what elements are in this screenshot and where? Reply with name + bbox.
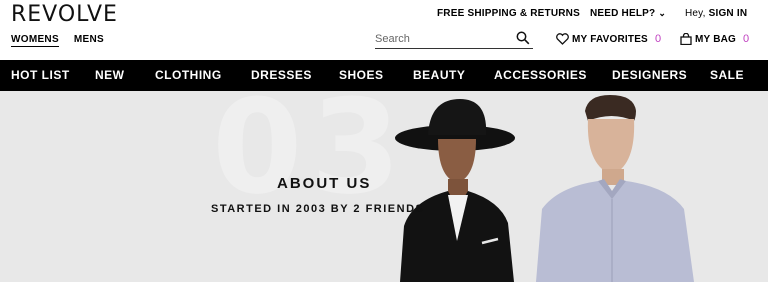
nav-item-new[interactable]: NEW (95, 68, 125, 82)
shopping-bag-icon (680, 33, 692, 45)
tab-womens[interactable]: WOMENS (11, 34, 59, 47)
my-favorites-link[interactable]: MY FAVORITES 0 (556, 33, 661, 45)
need-help-label: NEED HELP? (590, 8, 656, 19)
gender-tabs: WOMENS MENS (11, 34, 104, 47)
free-shipping-link[interactable]: FREE SHIPPING & RETURNS (437, 8, 580, 19)
greeting-text: Hey, (685, 8, 706, 19)
nav-item-clothing[interactable]: CLOTHING (155, 68, 222, 82)
signin-area: Hey, SIGN IN (685, 8, 747, 19)
search-icon[interactable] (516, 31, 530, 45)
nav-item-designers[interactable]: DESIGNERS (612, 68, 687, 82)
chevron-down-icon: ⌄ (658, 8, 667, 18)
favorites-count: 0 (654, 33, 662, 45)
founders-photo (395, 95, 694, 282)
nav-item-hot-list[interactable]: HOT LIST (11, 68, 70, 82)
favorites-label: MY FAVORITES (572, 33, 648, 45)
nav-item-accessories[interactable]: ACCESSORIES (494, 68, 587, 82)
nav-item-beauty[interactable]: BEAUTY (413, 68, 465, 82)
revolve-logo[interactable]: REVOLVE (11, 2, 118, 27)
heart-icon (556, 33, 569, 45)
need-help-dropdown[interactable]: NEED HELP? ⌄ (590, 8, 666, 19)
main-nav: HOT LIST NEW CLOTHING DRESSES SHOES BEAU… (0, 60, 768, 91)
search-box (375, 30, 533, 49)
nav-item-sale[interactable]: SALE (710, 68, 744, 82)
nav-item-dresses[interactable]: DRESSES (251, 68, 312, 82)
hero-title: ABOUT US (277, 175, 372, 192)
hero-subtitle: STARTED IN 2003 BY 2 FRIENDS (211, 203, 425, 215)
tab-mens[interactable]: MENS (74, 34, 104, 47)
about-us-hero: 03 ABOUT US STARTED IN 2003 BY 2 FRIENDS (0, 91, 768, 282)
nav-item-shoes[interactable]: SHOES (339, 68, 384, 82)
signin-link[interactable]: SIGN IN (709, 8, 748, 19)
bag-label: MY BAG (695, 33, 737, 45)
my-bag-link[interactable]: MY BAG 0 (680, 33, 749, 45)
site-header: REVOLVE WOMENS MENS FREE SHIPPING & RETU… (0, 0, 768, 60)
search-input[interactable] (375, 33, 510, 45)
bag-count: 0 (743, 33, 750, 45)
